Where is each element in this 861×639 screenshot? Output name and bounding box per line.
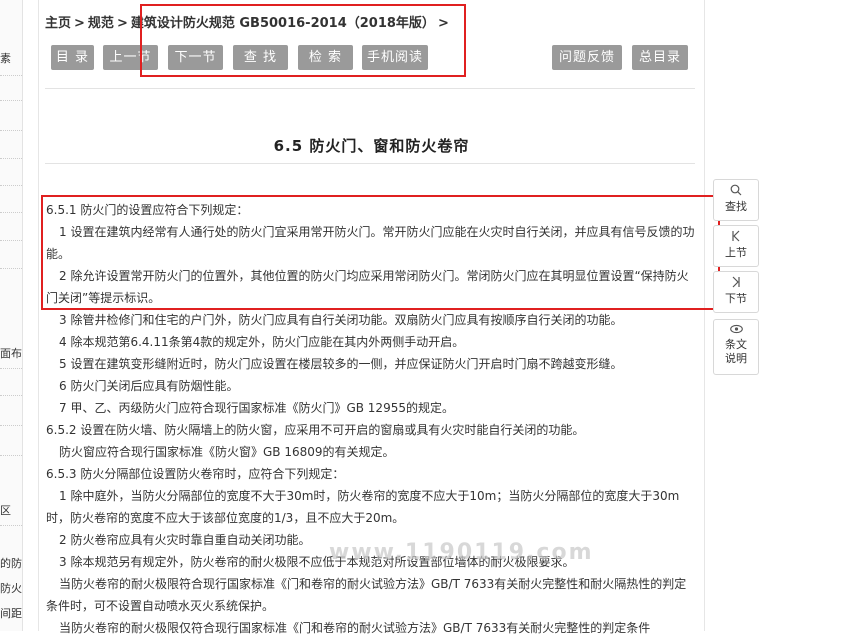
- side-next-label: 下节: [725, 292, 747, 305]
- breadcrumb-home[interactable]: 主页: [45, 16, 71, 31]
- clause-item: 1 除中庭外，当防火分隔部位的宽度不大于30m时，防火卷帘的宽度不应大于10m；…: [46, 489, 680, 525]
- side-prev-label: 上节: [725, 246, 747, 259]
- prev-section-button[interactable]: 上一节: [103, 45, 158, 70]
- clause-item: 3 除管井检修门和住宅的户门外，防火门应具有自行关闭功能。双扇防火门应具有按顺序…: [59, 313, 623, 327]
- previous-icon: [714, 230, 758, 246]
- left-sidebar-fragment[interactable]: 素: [0, 50, 22, 66]
- clause-item: 当防火卷帘的耐火极限仅符合现行国家标准《门和卷帘的耐火试验方法》GB/T 763…: [59, 621, 651, 635]
- clause-item: 2 除允许设置常开防火门的位置外，其他位置的防火门均应采用常闭防火门。常闭防火门…: [46, 269, 689, 305]
- breadcrumb-specs[interactable]: 规范: [88, 16, 114, 31]
- master-catalog-button[interactable]: 总目录: [632, 45, 688, 70]
- catalog-button[interactable]: 目 录: [51, 45, 94, 70]
- side-prev-button[interactable]: 上节: [713, 225, 759, 267]
- search-button[interactable]: 检 索: [298, 45, 353, 70]
- site-watermark: www.1190119.com: [329, 540, 594, 565]
- side-find-label: 查找: [725, 200, 747, 213]
- side-find-button[interactable]: 查找: [713, 179, 759, 221]
- side-notes-label-line1: 条文: [725, 338, 747, 351]
- next-section-button[interactable]: 下一节: [168, 45, 223, 70]
- clause-item: 4 除本规范第6.4.11条第4款的规定外，防火门应能在其内外两侧手动开启。: [59, 335, 465, 349]
- main-content: 主页 > 规范 > 建筑设计防火规范 GB50016-2014（2018年版） > 目 录…: [38, 0, 705, 635]
- clause-item: 防火窗应符合现行国家标准《防火窗》GB 16809的有关规定。: [59, 445, 395, 459]
- breadcrumb-current[interactable]: 建筑设计防火规范 GB50016-2014（2018年版）: [131, 16, 435, 31]
- clause-item: 1 设置在建筑内经常有人通行处的防火门宜采用常开防火门。常开防火门应能在火灾时自…: [46, 225, 695, 261]
- divider: [45, 163, 695, 164]
- section-title: 6.5 防火门、窗和防火卷帘: [273, 137, 470, 155]
- clause-heading: 6.5.2 设置在防火墙、防火隔墙上的防火窗，应采用不可开启的窗扇或具有火灾时能…: [46, 423, 585, 437]
- left-sidebar-fragment[interactable]: 的防: [0, 555, 22, 571]
- clause-item: 5 设置在建筑变形缝附近时，防火门应设置在楼层较多的一侧，并应保证防火门开启时门…: [59, 357, 623, 371]
- feedback-button[interactable]: 问题反馈: [552, 45, 622, 70]
- breadcrumb: 主页 > 规范 > 建筑设计防火规范 GB50016-2014（2018年版） >: [45, 16, 449, 31]
- eye-icon: [714, 324, 758, 338]
- left-sidebar: 素 面布 区 的防 防火 间距: [0, 0, 23, 631]
- clause-heading: 6.5.1 防火门的设置应符合下列规定：: [46, 203, 249, 217]
- side-next-button[interactable]: 下节: [713, 271, 759, 313]
- left-sidebar-fragment[interactable]: 区: [0, 502, 22, 518]
- find-button[interactable]: 查 找: [233, 45, 288, 70]
- next-icon: [714, 276, 758, 292]
- left-sidebar-fragment[interactable]: 防火: [0, 580, 22, 596]
- search-icon: [714, 184, 758, 200]
- mobile-read-button[interactable]: 手机阅读: [362, 45, 428, 70]
- clause-item: 7 甲、乙、丙级防火门应符合现行国家标准《防火门》GB 12955的规定。: [59, 401, 454, 415]
- side-notes-label-line2: 说明: [725, 352, 747, 365]
- divider: [45, 88, 695, 89]
- clause-item: 6 防火门关闭后应具有防烟性能。: [59, 379, 239, 393]
- left-sidebar-fragment[interactable]: 间距: [0, 605, 22, 621]
- clause-item: 当防火卷帘的耐火极限符合现行国家标准《门和卷帘的耐火试验方法》GB/T 7633…: [46, 577, 687, 613]
- left-sidebar-fragment[interactable]: 面布: [0, 345, 22, 361]
- side-notes-button[interactable]: 条文 说明: [713, 319, 759, 375]
- clause-heading: 6.5.3 防火分隔部位设置防火卷帘时，应符合下列规定：: [46, 467, 345, 481]
